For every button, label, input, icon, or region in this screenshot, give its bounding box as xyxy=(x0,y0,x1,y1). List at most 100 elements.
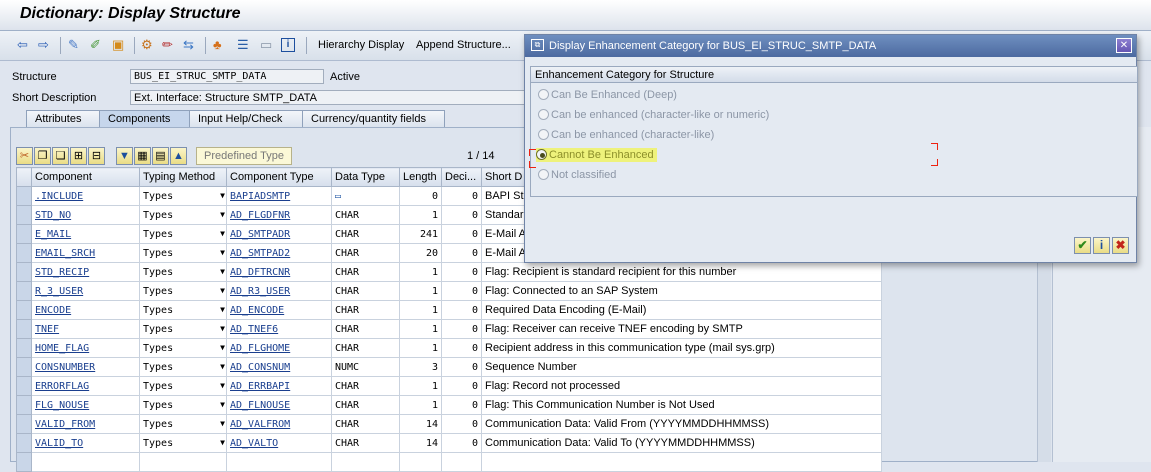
cancel-icon[interactable]: ✖ xyxy=(1112,237,1129,254)
row-selector[interactable] xyxy=(16,338,32,358)
cell-short-description[interactable]: Flag: Receiver can receive TNEF encoding… xyxy=(481,319,882,339)
cell-component-type[interactable]: AD_SMTPAD2 xyxy=(226,243,332,263)
table-row[interactable]: TNEF ▼ Types AD_TNEF6 CHAR 1 0 Flag: Receiver c… xyxy=(16,319,882,339)
cell-decimals[interactable]: 0 xyxy=(441,281,482,301)
cell-data-type[interactable]: CHAR xyxy=(331,376,400,396)
dropdown-icon[interactable]: ▼ xyxy=(220,324,225,333)
cell-component-type[interactable]: AD_VALTO xyxy=(226,433,332,453)
dropdown-icon[interactable]: ▼ xyxy=(220,438,225,447)
cell-decimals[interactable]: 0 xyxy=(441,433,482,453)
cell-data-type[interactable]: CHAR xyxy=(331,205,400,225)
cell-typing-method[interactable]: ▼ Types xyxy=(139,281,227,301)
forward-icon[interactable]: ⇨ xyxy=(38,38,49,52)
cell-short-description[interactable]: Sequence Number xyxy=(481,357,882,377)
cell-length[interactable]: 1 xyxy=(399,281,442,301)
cell-typing-method[interactable]: ▼ Types xyxy=(139,357,227,377)
select-all-icon[interactable]: ▦ xyxy=(134,147,151,165)
row-selector[interactable] xyxy=(16,395,32,415)
column-header-component[interactable]: Component xyxy=(31,167,140,187)
row-selector[interactable] xyxy=(16,186,32,206)
check-icon[interactable]: ⚙ xyxy=(141,38,153,52)
short-description-field[interactable]: Ext. Interface: Structure SMTP_DATA xyxy=(130,90,566,105)
cell-short-description[interactable]: Recipient address in this communication … xyxy=(481,338,882,358)
cell-typing-method[interactable]: ▼ Types xyxy=(139,243,227,263)
cell-component[interactable]: ERRORFLAG xyxy=(31,376,140,396)
column-header-length[interactable]: Length xyxy=(399,167,442,187)
cell-length[interactable]: 1 xyxy=(399,338,442,358)
dropdown-icon[interactable]: ▼ xyxy=(220,210,225,219)
tab-components[interactable]: Components xyxy=(99,110,197,127)
cell-data-type[interactable]: ▭ xyxy=(331,186,400,206)
cell-data-type[interactable]: CHAR xyxy=(331,395,400,415)
empty-cell[interactable] xyxy=(481,452,882,472)
dropdown-icon[interactable]: ▼ xyxy=(220,419,225,428)
cell-data-type[interactable]: CHAR xyxy=(331,281,400,301)
cell-component[interactable]: .INCLUDE xyxy=(31,186,140,206)
cell-typing-method[interactable]: ▼ Types xyxy=(139,300,227,320)
cell-data-type[interactable]: CHAR xyxy=(331,338,400,358)
table-row[interactable]: ERRORFLAG ▼ Types AD_ERRBAPI CHAR 1 0 Flag: Rec… xyxy=(16,376,882,396)
empty-cell[interactable] xyxy=(399,452,442,472)
cell-component-type[interactable]: AD_DFTRCNR xyxy=(226,262,332,282)
tab-attributes[interactable]: Attributes xyxy=(26,110,104,127)
cell-component[interactable]: FLG_NOUSE xyxy=(31,395,140,415)
dropdown-icon[interactable]: ▼ xyxy=(220,343,225,352)
tab-input-help-check[interactable]: Input Help/Check xyxy=(189,110,309,127)
cell-short-description[interactable]: Flag: Connected to an SAP System xyxy=(481,281,882,301)
cell-typing-method[interactable]: ▼ Types xyxy=(139,205,227,225)
cell-typing-method[interactable]: ▼ Types xyxy=(139,433,227,453)
cell-component-type[interactable]: AD_FLNOUSE xyxy=(226,395,332,415)
other-object-icon[interactable]: ✎ xyxy=(68,38,79,52)
cell-data-type[interactable]: NUMC xyxy=(331,357,400,377)
cell-component[interactable]: HOME_FLAG xyxy=(31,338,140,358)
row-selector[interactable] xyxy=(16,319,32,339)
cell-data-type[interactable]: CHAR xyxy=(331,433,400,453)
dropdown-icon[interactable]: ▼ xyxy=(220,191,225,200)
cell-short-description[interactable]: Flag: Recipient is standard recipient fo… xyxy=(481,262,882,282)
column-header-data-type[interactable]: Data Type xyxy=(331,167,400,187)
table-row[interactable]: ENCODE ▼ Types AD_ENCODE CHAR 1 0 Required Data… xyxy=(16,300,882,320)
cell-decimals[interactable]: 0 xyxy=(441,243,482,263)
cell-component[interactable]: STD_NO xyxy=(31,205,140,225)
cell-short-description[interactable]: Communication Data: Valid From (YYYYMMDD… xyxy=(481,414,882,434)
row-selector[interactable] xyxy=(16,433,32,453)
cell-data-type[interactable]: CHAR xyxy=(331,300,400,320)
cell-length[interactable]: 241 xyxy=(399,224,442,244)
hierarchy-display-button[interactable]: Hierarchy Display xyxy=(318,39,404,51)
table-row[interactable]: FLG_NOUSE ▼ Types AD_FLNOUSE CHAR 1 0 Flag: Thi… xyxy=(16,395,882,415)
cell-decimals[interactable]: 0 xyxy=(441,186,482,206)
radio-can-be-enhanced-char-or-numeric[interactable]: Can be enhanced (character-like or numer… xyxy=(538,109,769,121)
column-header-typing-method[interactable]: Typing Method xyxy=(139,167,227,187)
paste-icon[interactable]: ❏ xyxy=(52,147,69,165)
tab-currency-quantity-fields[interactable]: Currency/quantity fields xyxy=(302,110,445,127)
dropdown-icon[interactable]: ▼ xyxy=(220,362,225,371)
row-selector[interactable] xyxy=(16,300,32,320)
cell-component-type[interactable]: AD_VALFROM xyxy=(226,414,332,434)
cell-component-type[interactable]: AD_ENCODE xyxy=(226,300,332,320)
table-row[interactable]: HOME_FLAG ▼ Types AD_FLGHOME CHAR 1 0 Recipient… xyxy=(16,338,882,358)
row-selector[interactable] xyxy=(16,262,32,282)
display-change-icon[interactable]: ✐ xyxy=(90,38,101,52)
cell-data-type[interactable]: CHAR xyxy=(331,319,400,339)
cell-length[interactable]: 20 xyxy=(399,243,442,263)
cell-component-type[interactable]: AD_R3_USER xyxy=(226,281,332,301)
cell-component[interactable]: TNEF xyxy=(31,319,140,339)
where-used-icon[interactable]: ✏ xyxy=(162,38,173,52)
cell-component-type[interactable]: AD_SMTPADR xyxy=(226,224,332,244)
cell-component[interactable]: R_3_USER xyxy=(31,281,140,301)
table-row[interactable]: STD_RECIP ▼ Types AD_DFTRCNR CHAR 1 0 Flag: Rec… xyxy=(16,262,882,282)
cell-decimals[interactable]: 0 xyxy=(441,357,482,377)
dropdown-icon[interactable]: ▼ xyxy=(220,286,225,295)
empty-cell[interactable] xyxy=(31,452,140,472)
cell-length[interactable]: 14 xyxy=(399,414,442,434)
append-structure-button[interactable]: Append Structure... xyxy=(416,39,511,51)
close-icon[interactable]: ✕ xyxy=(1116,38,1132,53)
cell-decimals[interactable]: 0 xyxy=(441,205,482,225)
cell-component[interactable]: E_MAIL xyxy=(31,224,140,244)
dropdown-icon[interactable]: ▼ xyxy=(220,267,225,276)
cell-decimals[interactable]: 0 xyxy=(441,224,482,244)
cell-component-type[interactable]: AD_CONSNUM xyxy=(226,357,332,377)
cell-component-type[interactable]: AD_FLGHOME xyxy=(226,338,332,358)
cell-decimals[interactable]: 0 xyxy=(441,319,482,339)
cell-length[interactable]: 1 xyxy=(399,376,442,396)
